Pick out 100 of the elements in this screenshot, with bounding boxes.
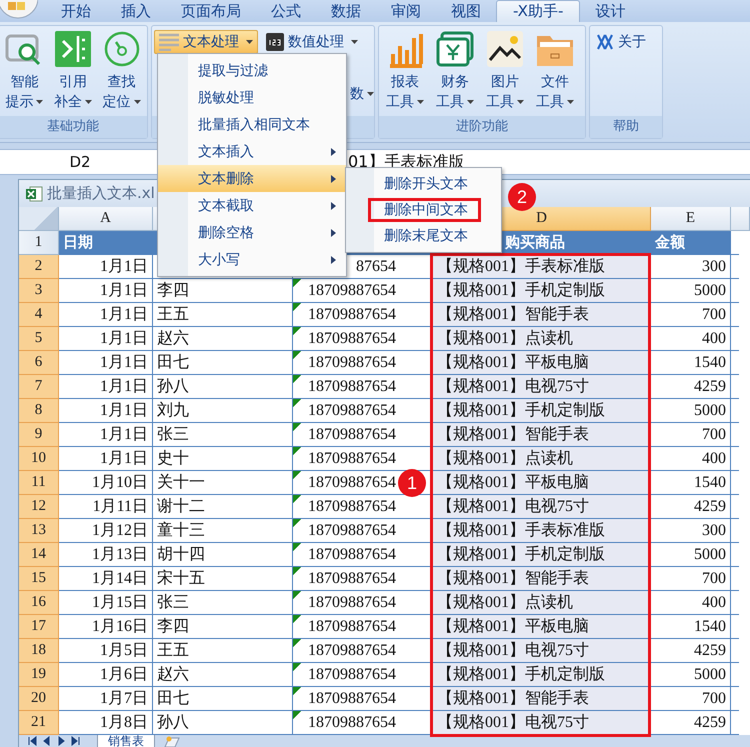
row-header[interactable]: 6 [19,351,59,375]
text-lines-icon [159,33,179,51]
row-header[interactable]: 21 [19,711,59,735]
select-all-button[interactable] [19,207,59,231]
ribbon-button[interactable]: 智能 提示 [1,30,48,112]
table-cell: 张三 [153,591,293,615]
table-cell: 18709887654 [293,687,433,711]
ribbon-button[interactable]: 数值处理 [262,30,362,54]
ribbon-tab[interactable]: 数据 [316,0,376,22]
table-cell: 胡十四 [153,543,293,567]
ribbon-button[interactable]: 查找 定位 [98,30,146,112]
row-header[interactable]: 20 [19,687,59,711]
row-header[interactable]: 19 [19,663,59,687]
table-cell: 700 [651,303,731,327]
menu-item[interactable]: 文本截取 [158,192,346,219]
table-cell: 赵六 [153,663,293,687]
row-header[interactable]: 8 [19,399,59,423]
table-cell: 【规格001】智能手表 [433,303,651,327]
row-header[interactable]: 13 [19,519,59,543]
table-cell: 王五 [153,303,293,327]
column-header[interactable] [731,207,750,231]
table-cell: 【规格001】手表标准版 [433,255,651,279]
table-cell: 1月10日 [59,471,153,495]
menu-item[interactable]: 提取与过滤 [158,57,346,84]
table-cell: 18709887654 [293,303,433,327]
menu-item[interactable]: 文本插入 [158,138,346,165]
menu-item[interactable]: 文本删除 [158,165,346,192]
ribbon-tab[interactable]: 插入 [106,0,166,22]
money-icon [436,30,474,68]
menu-item[interactable]: 删除空格 [158,219,346,246]
table-cell: 刘九 [153,399,293,423]
menu-item[interactable]: 脱敏处理 [158,84,346,111]
ribbon-button[interactable]: 报表 工具 [381,30,429,112]
ribbon-tab[interactable]: 设计 [580,0,640,22]
table-cell: 【规格001】电视75寸 [433,711,651,735]
ribbon-tab[interactable]: 视图 [436,0,496,22]
row-header[interactable]: 11 [19,471,59,495]
row-header[interactable]: 4 [19,303,59,327]
sheet-tab[interactable]: 销售表 [97,734,155,747]
menu-item[interactable]: 批量插入相同文本 [158,111,346,138]
table-cell: 【规格001】平板电脑 [433,471,651,495]
ribbon-tab[interactable]: 审阅 [376,0,436,22]
table-cell: 【规格001】手机定制版 [433,543,651,567]
table-cell: 1540 [651,351,731,375]
row-header[interactable]: 16 [19,591,59,615]
row-header[interactable]: 2 [19,255,59,279]
menu-item[interactable]: 删除中间文本 [368,198,481,222]
ribbon-tab[interactable]: -X助手- [496,0,580,22]
table-cell: 李四 [153,279,293,303]
row-header[interactable]: 15 [19,567,59,591]
table-cell: 赵六 [153,327,293,351]
table-cell: 史十 [153,447,293,471]
table-cell: 关十一 [153,471,293,495]
ribbon-button[interactable]: 文本处理 [154,30,258,54]
table-cell: 【规格001】平板电脑 [433,615,651,639]
row-header[interactable]: 3 [19,279,59,303]
table-cell: 1月1日 [59,279,153,303]
table-cell: 【规格001】电视75寸 [433,375,651,399]
row-header[interactable]: 12 [19,495,59,519]
dial-icon [102,30,141,68]
row-header[interactable]: 1 [19,231,59,255]
table-cell: 【规格001】电视75寸 [433,495,651,519]
ribbon-tab[interactable]: 页面布局 [166,0,256,22]
table-cell: 田七 [153,351,293,375]
table-cell: 700 [651,687,731,711]
table-cell: 王五 [153,639,293,663]
ribbon-button[interactable]: 数 [350,82,374,106]
ribbon-tab[interactable]: 开始 [46,0,106,22]
ribbon-button[interactable]: 图片 工具 [481,30,529,112]
table-cell: 700 [651,423,731,447]
ribbon-button[interactable]: 财务 工具 [431,30,479,112]
ribbon-button[interactable]: 引用 补全 [50,30,96,112]
table-cell: 【规格001】电视75寸 [433,639,651,663]
ribbon-button[interactable]: 文件 工具 [531,30,579,112]
table-cell: 【规格001】手机定制版 [433,663,651,687]
column-header[interactable]: A [59,207,153,231]
row-header[interactable]: 14 [19,543,59,567]
row-header[interactable]: 7 [19,375,59,399]
table-cell: 1月1日 [59,351,153,375]
row-header[interactable]: 5 [19,327,59,351]
table-cell: 1月11日 [59,495,153,519]
table-cell: 4259 [651,375,731,399]
row-header[interactable]: 18 [19,639,59,663]
table-cell: 18709887654 [293,279,433,303]
table-cell: 1月1日 [59,375,153,399]
menu-item[interactable]: 删除开头文本 [346,172,501,196]
row-header[interactable]: 9 [19,423,59,447]
group-label: 基础功能 [0,116,147,138]
ribbon-button[interactable]: 关于 [592,30,650,54]
table-cell: 宋十五 [153,567,293,591]
table-cell: 【规格001】智能手表 [433,567,651,591]
table-cell: 5000 [651,279,731,303]
ribbon-tab[interactable]: 公式 [256,0,316,22]
table-cell: 18709887654 [293,615,433,639]
row-header[interactable]: 10 [19,447,59,471]
office-logo-icon[interactable] [0,0,38,20]
table-cell: 1月1日 [59,399,153,423]
column-header[interactable]: E [651,207,731,231]
row-header[interactable]: 17 [19,615,59,639]
table-cell: 18709887654 [293,375,433,399]
